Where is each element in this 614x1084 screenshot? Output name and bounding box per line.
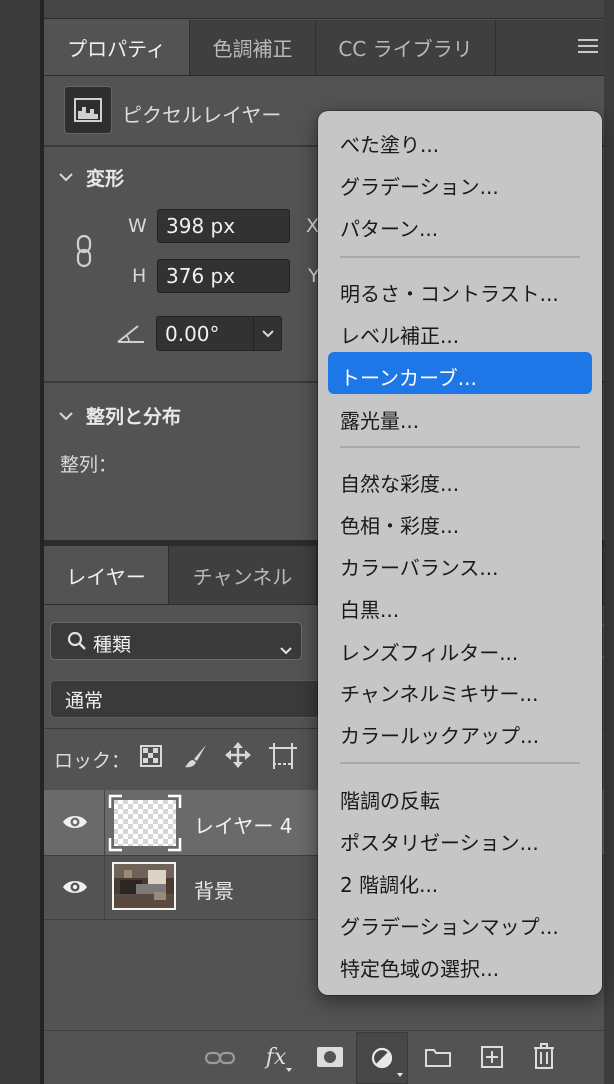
menu-item-threshold[interactable]: 2 階調化... xyxy=(340,869,438,898)
menu-item-color-lookup[interactable]: カラールックアップ... xyxy=(340,720,539,749)
tab-properties-label: プロパティ xyxy=(67,37,166,61)
top-panel-edge xyxy=(44,0,604,19)
tab-channels[interactable]: チャンネル xyxy=(169,546,317,604)
tab-channels-label: チャンネル xyxy=(192,564,293,589)
lock-artboard-icon[interactable] xyxy=(268,742,298,774)
adjustment-layer-menu: べた塗り... グラデーション... パターン... 明るさ・コントラスト...… xyxy=(318,111,602,995)
fx-icon[interactable]: fx xyxy=(258,1040,294,1074)
width-value: 398 px xyxy=(166,214,236,238)
link-proportions-icon[interactable] xyxy=(74,234,96,272)
align-heading[interactable]: 整列と分布 xyxy=(86,402,181,429)
layer-name[interactable]: 背景 xyxy=(194,875,234,904)
height-label: H xyxy=(132,265,147,287)
transform-heading[interactable]: 変形 xyxy=(86,164,124,191)
lock-move-icon[interactable] xyxy=(224,741,252,773)
height-value: 376 px xyxy=(166,264,236,288)
menu-item-posterize[interactable]: ポスタリゼーション... xyxy=(340,827,539,856)
menu-item-selective-color[interactable]: 特定色域の選択... xyxy=(340,953,499,982)
tab-adjustments-label: 色調補正 xyxy=(212,37,293,61)
transform-chevron-icon[interactable] xyxy=(58,168,74,187)
left-panel-edge xyxy=(0,0,40,1084)
menu-item-levels[interactable]: レベル補正... xyxy=(340,320,459,349)
menu-item-exposure[interactable]: 露光量... xyxy=(340,405,419,434)
properties-tab-bar: プロパティ 色調補正 CC ライブラリ xyxy=(44,20,604,76)
menu-item-color-balance[interactable]: カラーバランス... xyxy=(340,552,498,581)
angle-value: 0.00° xyxy=(165,321,220,346)
toolbar-divider xyxy=(44,1030,604,1031)
search-icon xyxy=(67,631,87,656)
menu-item-black-white[interactable]: 白黒... xyxy=(340,594,399,623)
panel-menu-icon[interactable] xyxy=(576,34,600,58)
row-divider xyxy=(104,790,105,856)
right-panel-edge xyxy=(604,0,614,1084)
menu-item-brightness-contrast[interactable]: 明るさ・コントラスト... xyxy=(340,278,559,307)
angle-dropdown-chevron-icon[interactable] xyxy=(256,322,280,346)
link-icon[interactable] xyxy=(202,1044,238,1072)
lock-label: ロック： xyxy=(54,750,131,772)
menu-item-curves[interactable]: トーンカーブ... xyxy=(340,362,477,391)
menu-separator xyxy=(340,446,580,448)
blend-mode-value: 通常 xyxy=(65,689,104,712)
menu-separator xyxy=(340,762,580,764)
blend-mode-dropdown[interactable]: 通常 xyxy=(50,680,340,718)
lock-brush-icon[interactable] xyxy=(182,742,210,774)
chevron-down-icon xyxy=(279,637,293,661)
layer-thumbnail-transparent[interactable] xyxy=(108,794,182,852)
menu-item-solid-color[interactable]: べた塗り... xyxy=(340,129,439,158)
fx-label: fx xyxy=(265,1044,287,1070)
eye-visibility-icon[interactable] xyxy=(62,877,88,901)
menu-item-photo-filter[interactable]: レンズフィルター... xyxy=(340,637,518,666)
menu-item-pattern[interactable]: パターン... xyxy=(340,213,438,242)
tab-layers[interactable]: レイヤー xyxy=(44,546,169,604)
tab-cc-libraries[interactable]: CC ライブラリ xyxy=(316,20,496,75)
layer-filter-dropdown[interactable]: 種類 xyxy=(50,622,302,660)
trash-icon[interactable] xyxy=(526,1040,562,1072)
layer-filter-label: 種類 xyxy=(93,634,132,656)
pixel-layer-icon xyxy=(64,86,112,134)
row-divider xyxy=(104,856,105,920)
tab-properties[interactable]: プロパティ xyxy=(44,20,190,75)
tab-cc-libraries-label: CC ライブラリ xyxy=(338,37,473,61)
layer-name[interactable]: レイヤー 4 xyxy=(194,810,292,839)
menu-item-channel-mixer[interactable]: チャンネルミキサー... xyxy=(340,678,538,707)
eye-visibility-icon[interactable] xyxy=(62,812,88,836)
align-label: 整列： xyxy=(60,454,118,476)
lock-transparency-icon[interactable] xyxy=(140,745,162,771)
menu-separator xyxy=(340,256,580,258)
folder-icon[interactable] xyxy=(420,1042,456,1072)
menu-item-hue-saturation[interactable]: 色相・彩度... xyxy=(340,510,459,539)
adjustment-layer-button[interactable] xyxy=(356,1032,408,1084)
menu-item-vibrance[interactable]: 自然な彩度... xyxy=(340,468,459,497)
menu-item-gradient[interactable]: グラデーション... xyxy=(340,171,499,200)
tab-layers-label: レイヤー xyxy=(66,564,146,589)
height-field[interactable]: 376 px xyxy=(157,259,290,293)
menu-item-invert[interactable]: 階調の反転 xyxy=(340,785,440,814)
tab-adjustments[interactable]: 色調補正 xyxy=(190,20,316,75)
width-field[interactable]: 398 px xyxy=(157,209,290,243)
align-chevron-icon[interactable] xyxy=(58,407,74,426)
layer-type-label: ピクセルレイヤー xyxy=(122,103,282,127)
angle-icon xyxy=(116,322,146,348)
menu-item-gradient-map[interactable]: グラデーションマップ... xyxy=(340,911,559,940)
angle-field-divider xyxy=(253,317,254,350)
layer-thumbnail-photo[interactable] xyxy=(112,862,176,910)
new-layer-icon[interactable] xyxy=(474,1042,510,1072)
width-label: W xyxy=(128,215,147,237)
add-mask-icon[interactable] xyxy=(312,1042,348,1072)
